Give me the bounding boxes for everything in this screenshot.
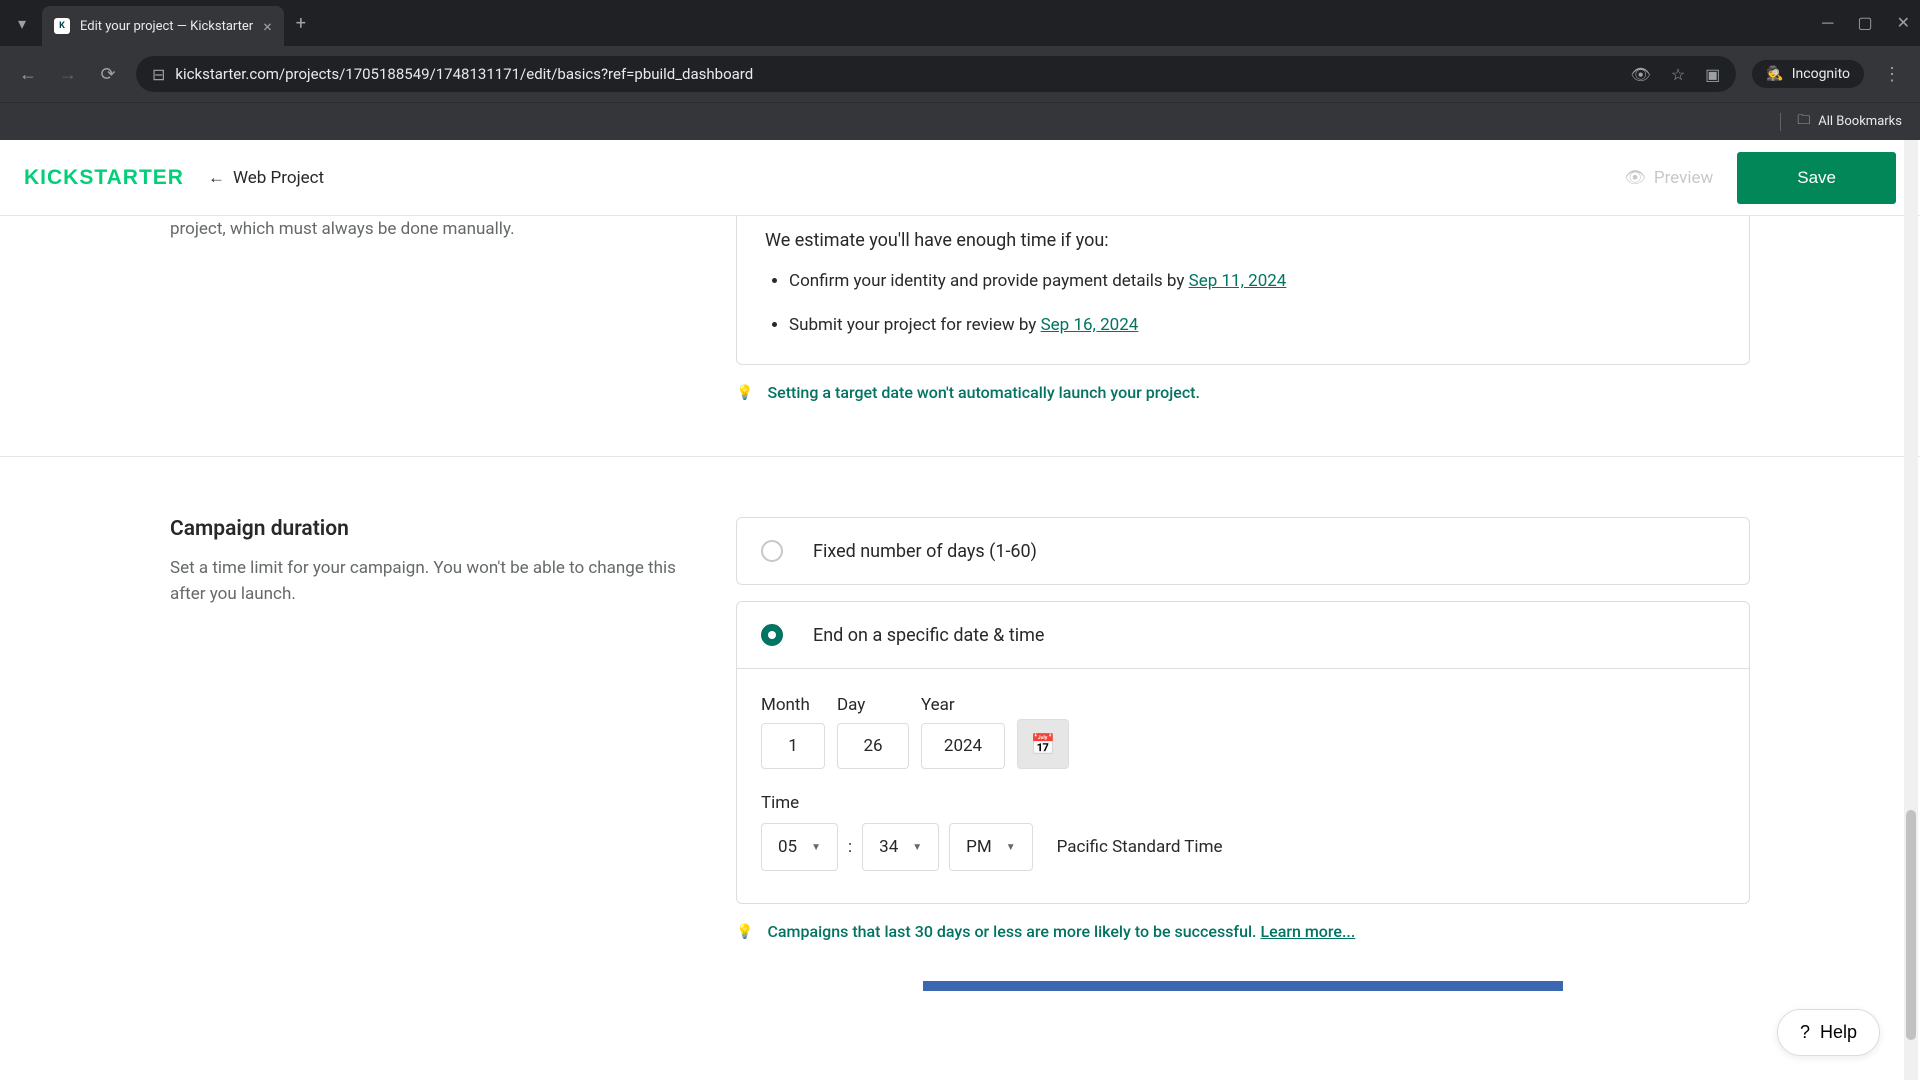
preview-label: Preview — [1654, 168, 1713, 188]
arrow-left-icon: ← — [208, 168, 225, 188]
tab-search-icon[interactable]: ▾ — [10, 11, 34, 35]
menu-icon[interactable]: ⋮ — [1880, 64, 1904, 85]
browser-tab-bar: ▾ K Edit your project — Kickstarter × + … — [0, 0, 1920, 46]
maximize-icon[interactable]: ▢ — [1857, 13, 1872, 33]
minute-select[interactable]: 34 ▼ — [862, 823, 939, 871]
option-specific-header[interactable]: End on a specific date & time — [737, 602, 1749, 668]
day-input[interactable] — [837, 723, 909, 769]
timezone-label: Pacific Standard Time — [1057, 837, 1223, 857]
window-controls: ─ ▢ ✕ — [1822, 13, 1910, 33]
kickstarter-logo[interactable]: KICKSTARTER — [24, 166, 184, 190]
deadline-link[interactable]: Sep 11, 2024 — [1189, 271, 1287, 291]
radio-icon[interactable] — [761, 540, 783, 562]
preview-link[interactable]: 👁 Preview — [1624, 168, 1713, 188]
app-header: KICKSTARTER ← Web Project 👁 Preview Save — [0, 140, 1920, 216]
minute-value: 34 — [879, 837, 898, 857]
estimate-text: Submit your project for review by — [789, 315, 1041, 335]
reload-icon[interactable]: ⟳ — [96, 64, 120, 85]
all-bookmarks-button[interactable]: 🗀 All Bookmarks — [1797, 111, 1902, 133]
option-label: Fixed number of days (1-60) — [813, 541, 1037, 562]
deadline-link[interactable]: Sep 16, 2024 — [1041, 315, 1139, 335]
back-to-project-link[interactable]: ← Web Project — [208, 168, 324, 188]
estimate-text: Confirm your identity and provide paymen… — [789, 271, 1189, 291]
radio-icon[interactable] — [761, 624, 783, 646]
chevron-down-icon: ▼ — [912, 842, 922, 853]
save-button[interactable]: Save — [1737, 152, 1896, 204]
panel-icon[interactable]: ▣ — [1705, 65, 1720, 84]
help-button[interactable]: ? Help — [1777, 1009, 1880, 1056]
year-input[interactable] — [921, 723, 1005, 769]
calendar-button[interactable]: 📅 — [1017, 719, 1069, 769]
tip-text: Campaigns that last 30 days or less are … — [767, 922, 1260, 941]
back-icon[interactable]: ← — [16, 64, 40, 85]
site-info-icon[interactable]: ⊟ — [152, 65, 165, 84]
month-input[interactable] — [761, 723, 825, 769]
day-label: Day — [837, 695, 909, 715]
duration-description: Set a time limit for your campaign. You … — [170, 555, 680, 608]
section-divider — [0, 456, 1920, 457]
tip-text: Setting a target date won't automaticall… — [767, 383, 1200, 402]
option-specific-date: End on a specific date & time Month Day — [736, 601, 1750, 904]
estimate-item: Submit your project for review by Sep 16… — [789, 313, 1721, 339]
browser-tab[interactable]: K Edit your project — Kickstarter × — [42, 6, 284, 46]
close-tab-icon[interactable]: × — [263, 17, 272, 36]
scrollbar-track[interactable] — [1904, 140, 1918, 1080]
eye-off-icon[interactable]: 👁 — [1631, 65, 1651, 84]
year-label: Year — [921, 695, 1005, 715]
time-label: Time — [761, 793, 1725, 813]
period-value: PM — [966, 837, 992, 857]
progress-bar — [923, 981, 1563, 991]
project-name: Web Project — [233, 168, 324, 188]
duration-tip: 💡 Campaigns that last 30 days or less ar… — [736, 922, 1750, 941]
launch-description-fragment: project, which must always be done manua… — [170, 216, 680, 242]
lightbulb-icon: 💡 — [736, 924, 753, 940]
chevron-down-icon: ▼ — [1006, 842, 1016, 853]
incognito-icon: 🕵 — [1766, 66, 1783, 82]
hour-value: 05 — [778, 837, 797, 857]
tab-title: Edit your project — Kickstarter — [80, 19, 253, 34]
scrollbar-thumb[interactable] — [1906, 810, 1916, 1040]
minimize-icon[interactable]: ─ — [1822, 13, 1833, 33]
launch-tip: 💡 Setting a target date won't automatica… — [736, 383, 1750, 402]
month-label: Month — [761, 695, 825, 715]
help-icon: ? — [1800, 1022, 1810, 1043]
favicon-icon: K — [54, 18, 70, 34]
duration-title: Campaign duration — [170, 517, 680, 541]
new-tab-button[interactable]: + — [296, 13, 306, 34]
folder-icon: 🗀 — [1797, 111, 1810, 133]
calendar-icon: 📅 — [1031, 732, 1056, 757]
chevron-down-icon: ▼ — [811, 842, 821, 853]
bookmarks-bar: 🗀 All Bookmarks — [0, 102, 1920, 140]
lightbulb-icon: 💡 — [736, 385, 753, 401]
eye-icon: 👁 — [1624, 168, 1646, 188]
address-bar[interactable]: ⊟ kickstarter.com/projects/1705188549/17… — [136, 56, 1736, 92]
help-label: Help — [1820, 1022, 1857, 1043]
page-content: project, which must always be done manua… — [0, 216, 1920, 1080]
address-bar-row: ← → ⟳ ⊟ kickstarter.com/projects/1705188… — [0, 46, 1920, 102]
hour-select[interactable]: 05 ▼ — [761, 823, 838, 871]
estimate-item: Confirm your identity and provide paymen… — [789, 269, 1721, 295]
period-select[interactable]: PM ▼ — [949, 823, 1032, 871]
learn-more-link[interactable]: Learn more... — [1260, 922, 1355, 941]
estimate-title: We estimate you'll have enough time if y… — [765, 230, 1721, 251]
url-text: kickstarter.com/projects/1705188549/1748… — [175, 65, 753, 83]
forward-icon: → — [56, 64, 80, 85]
time-colon: : — [848, 837, 852, 857]
divider — [1780, 113, 1781, 131]
option-fixed-days[interactable]: Fixed number of days (1-60) — [736, 517, 1750, 585]
close-window-icon[interactable]: ✕ — [1897, 13, 1910, 33]
bookmark-star-icon[interactable]: ☆ — [1671, 65, 1685, 84]
estimate-box: We estimate you'll have enough time if y… — [736, 216, 1750, 365]
incognito-label: Incognito — [1792, 66, 1850, 82]
all-bookmarks-label: All Bookmarks — [1818, 114, 1902, 129]
option-label: End on a specific date & time — [813, 625, 1044, 646]
incognito-badge[interactable]: 🕵 Incognito — [1752, 60, 1864, 88]
